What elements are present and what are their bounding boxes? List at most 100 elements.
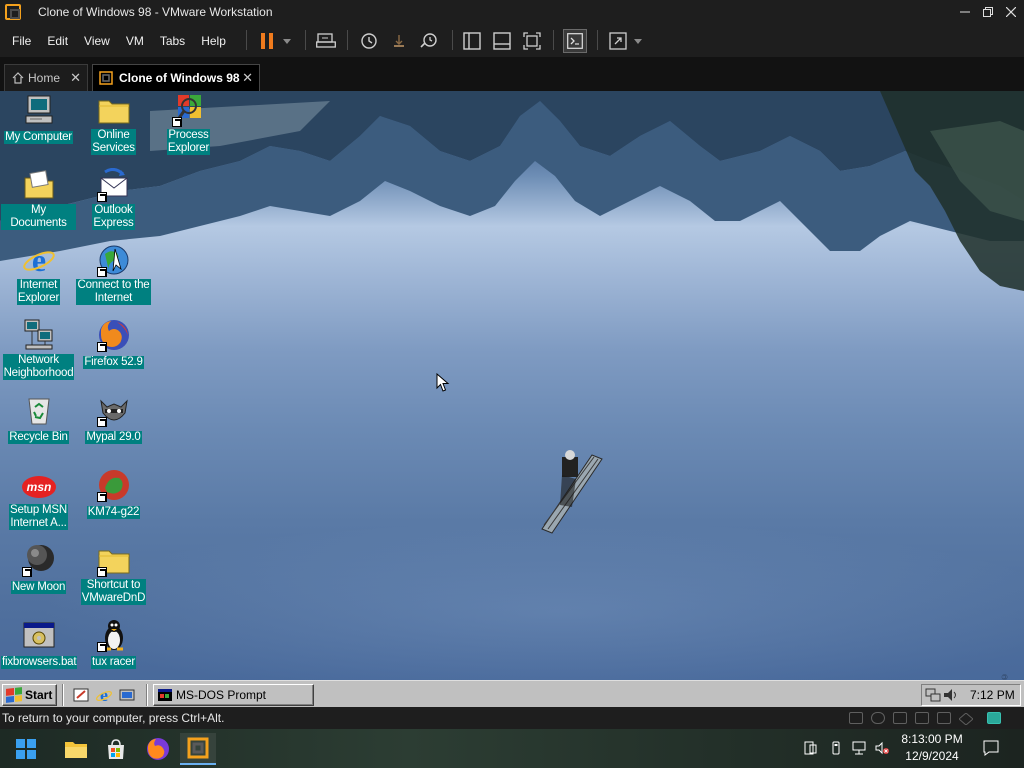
menu-view[interactable]: View xyxy=(76,29,118,53)
quick-launch-internet-explorer[interactable]: e xyxy=(95,685,113,705)
full-screen-button[interactable] xyxy=(520,29,544,53)
console-icon xyxy=(567,33,583,49)
usb-device-icon[interactable] xyxy=(829,741,843,755)
guest-clock[interactable]: 7:12 PM xyxy=(970,688,1015,702)
desktop-icon-fixbrowsers-bat[interactable]: fixbrowsers.bat xyxy=(1,618,78,670)
host-windows-taskbar: 8:13:00 PM 12/9/2024 xyxy=(0,729,1024,768)
host-vmware-workstation[interactable] xyxy=(180,733,216,765)
desktop-icon-label: fixbrowsers.bat xyxy=(1,656,78,669)
quick-launch-show-desktop[interactable] xyxy=(72,686,90,704)
notification-center-icon[interactable] xyxy=(983,740,999,756)
desktop-icon-km74-g22[interactable]: KM74-g22 xyxy=(76,468,151,520)
internet-explorer-icon: e xyxy=(22,242,56,278)
toolbar-separator xyxy=(246,30,247,50)
win98-taskbar: Start e MS-DOS Prompt 7:12 PM xyxy=(0,680,1024,707)
tab-label: Home xyxy=(28,71,61,85)
start-label: Start xyxy=(25,688,53,702)
desktop-icon-my-computer[interactable]: My Computer xyxy=(1,93,76,145)
menu-tabs[interactable]: Tabs xyxy=(152,29,193,53)
desktop-icon-label: Firefox 52.9 xyxy=(83,356,144,369)
tab-strip: Home ✕ Clone of Windows 98 ✕ xyxy=(0,57,1024,91)
desktop-icon-label: Mypal 29.0 xyxy=(85,431,142,444)
restore-icon xyxy=(983,7,993,17)
taskbar-button-ms-dos-prompt[interactable]: MS-DOS Prompt xyxy=(153,684,314,706)
console-view-button[interactable] xyxy=(563,29,587,53)
stretch-guest-button[interactable] xyxy=(606,29,630,53)
desktop-icon-recycle-bin[interactable]: Recycle Bin xyxy=(1,393,76,445)
tab-clone-of-windows-98[interactable]: Clone of Windows 98 ✕ xyxy=(92,64,260,91)
close-window-button[interactable] xyxy=(999,0,1023,24)
close-tab-icon[interactable]: ✕ xyxy=(242,70,253,86)
snapshot-manager-button[interactable] xyxy=(417,29,441,53)
network-icon[interactable] xyxy=(852,741,866,755)
revert-snapshot-icon xyxy=(394,35,404,47)
windows-logo-icon xyxy=(6,687,22,703)
revert-snapshot-button[interactable] xyxy=(387,29,411,53)
hard-disk-status-icon[interactable] xyxy=(849,712,863,724)
computer-icon xyxy=(22,93,56,127)
desktop-icon-online-services[interactable]: Online Services xyxy=(76,93,151,156)
host-microsoft-store[interactable] xyxy=(98,733,134,765)
cd-drive-status-icon[interactable] xyxy=(871,712,885,724)
show-library-button[interactable] xyxy=(460,29,484,53)
desktop-icon-new-moon[interactable]: New Moon xyxy=(1,543,76,595)
stretch-options-dropdown[interactable] xyxy=(630,29,646,53)
quick-launch-channels[interactable] xyxy=(118,686,136,704)
status-message: To return to your computer, press Ctrl+A… xyxy=(2,711,225,725)
host-firefox[interactable] xyxy=(140,733,176,765)
desktop-icon-network-neighborhood[interactable]: Network Neighborhood xyxy=(1,318,76,381)
desktop-icon-label: Setup MSN Internet A... xyxy=(8,504,68,530)
firefox-icon xyxy=(147,738,169,760)
tablet-mode-icon[interactable] xyxy=(803,741,817,755)
host-start-button[interactable] xyxy=(8,733,44,765)
stretch-icon xyxy=(609,32,627,50)
show-thumbnail-bar-button[interactable] xyxy=(490,29,514,53)
menu-file[interactable]: File xyxy=(4,29,39,53)
desktop-icon-process-explorer[interactable]: Process Explorer xyxy=(151,93,226,156)
desktop-icon-setup-msn[interactable]: msn Setup MSN Internet A... xyxy=(1,468,76,531)
sound-card-status-icon[interactable] xyxy=(937,712,951,724)
desktop-icon-label: My Computer xyxy=(4,131,73,144)
power-options-dropdown[interactable] xyxy=(277,29,297,53)
desktop-icon-vmwarednd-shortcut[interactable]: Shortcut to VMwareDnD xyxy=(76,543,151,606)
windows-logo-icon xyxy=(16,739,36,759)
desktop-icon-tux-racer[interactable]: tux racer xyxy=(76,618,151,670)
usb-device-status-icon[interactable] xyxy=(915,712,929,724)
host-file-explorer[interactable] xyxy=(58,733,94,765)
send-ctrl-alt-del-button[interactable] xyxy=(314,29,338,53)
desktop-icon-outlook-express[interactable]: Outlook Express xyxy=(76,167,151,231)
desktop-icon-label: New Moon xyxy=(10,581,67,594)
desktop-icon-mypal[interactable]: Mypal 29.0 xyxy=(76,393,151,445)
volume-muted-icon[interactable] xyxy=(875,741,889,755)
take-snapshot-button[interactable] xyxy=(357,29,381,53)
start-button[interactable]: Start xyxy=(2,684,57,706)
desktop-icon-label: tux racer xyxy=(91,656,136,669)
display-status-icon[interactable] xyxy=(958,712,974,726)
toolbar-separator xyxy=(452,30,453,50)
toolbar-separator xyxy=(597,30,598,50)
desktop-icon-firefox[interactable]: Firefox 52.9 xyxy=(76,318,151,370)
host-date: 12/9/2024 xyxy=(905,749,959,763)
desktop-icon-my-documents[interactable]: My Documents xyxy=(1,168,76,231)
menu-vm[interactable]: VM xyxy=(118,29,152,53)
message-log-icon[interactable] xyxy=(987,712,1001,724)
desktop-icon-connect-to-internet[interactable]: Connect to the Internet xyxy=(76,243,151,306)
menu-edit[interactable]: Edit xyxy=(39,29,76,53)
close-tab-icon[interactable]: ✕ xyxy=(70,70,81,86)
host-clock[interactable]: 8:13:00 PM 12/9/2024 xyxy=(896,731,968,765)
pause-vm-button[interactable] xyxy=(255,29,279,53)
desktop-icon-internet-explorer[interactable]: e Internet Explorer xyxy=(1,242,76,306)
network-tray-icon[interactable] xyxy=(925,687,941,703)
volume-tray-icon[interactable] xyxy=(942,687,958,703)
vmware-workstation-icon xyxy=(187,737,209,759)
tab-home[interactable]: Home ✕ xyxy=(4,64,88,91)
guest-screen[interactable]: © My Computer My Documents e Internet Exp… xyxy=(0,91,1024,707)
network-adapter-status-icon[interactable] xyxy=(893,712,907,724)
menu-help[interactable]: Help xyxy=(193,29,234,53)
thumbnail-bar-icon xyxy=(493,32,511,50)
desktop-icon-label: Online Services xyxy=(91,129,136,155)
minimize-button[interactable] xyxy=(953,0,977,24)
quick-launch-divider xyxy=(62,684,64,706)
maximize-button[interactable] xyxy=(976,0,1000,24)
chevron-down-icon xyxy=(634,38,642,44)
